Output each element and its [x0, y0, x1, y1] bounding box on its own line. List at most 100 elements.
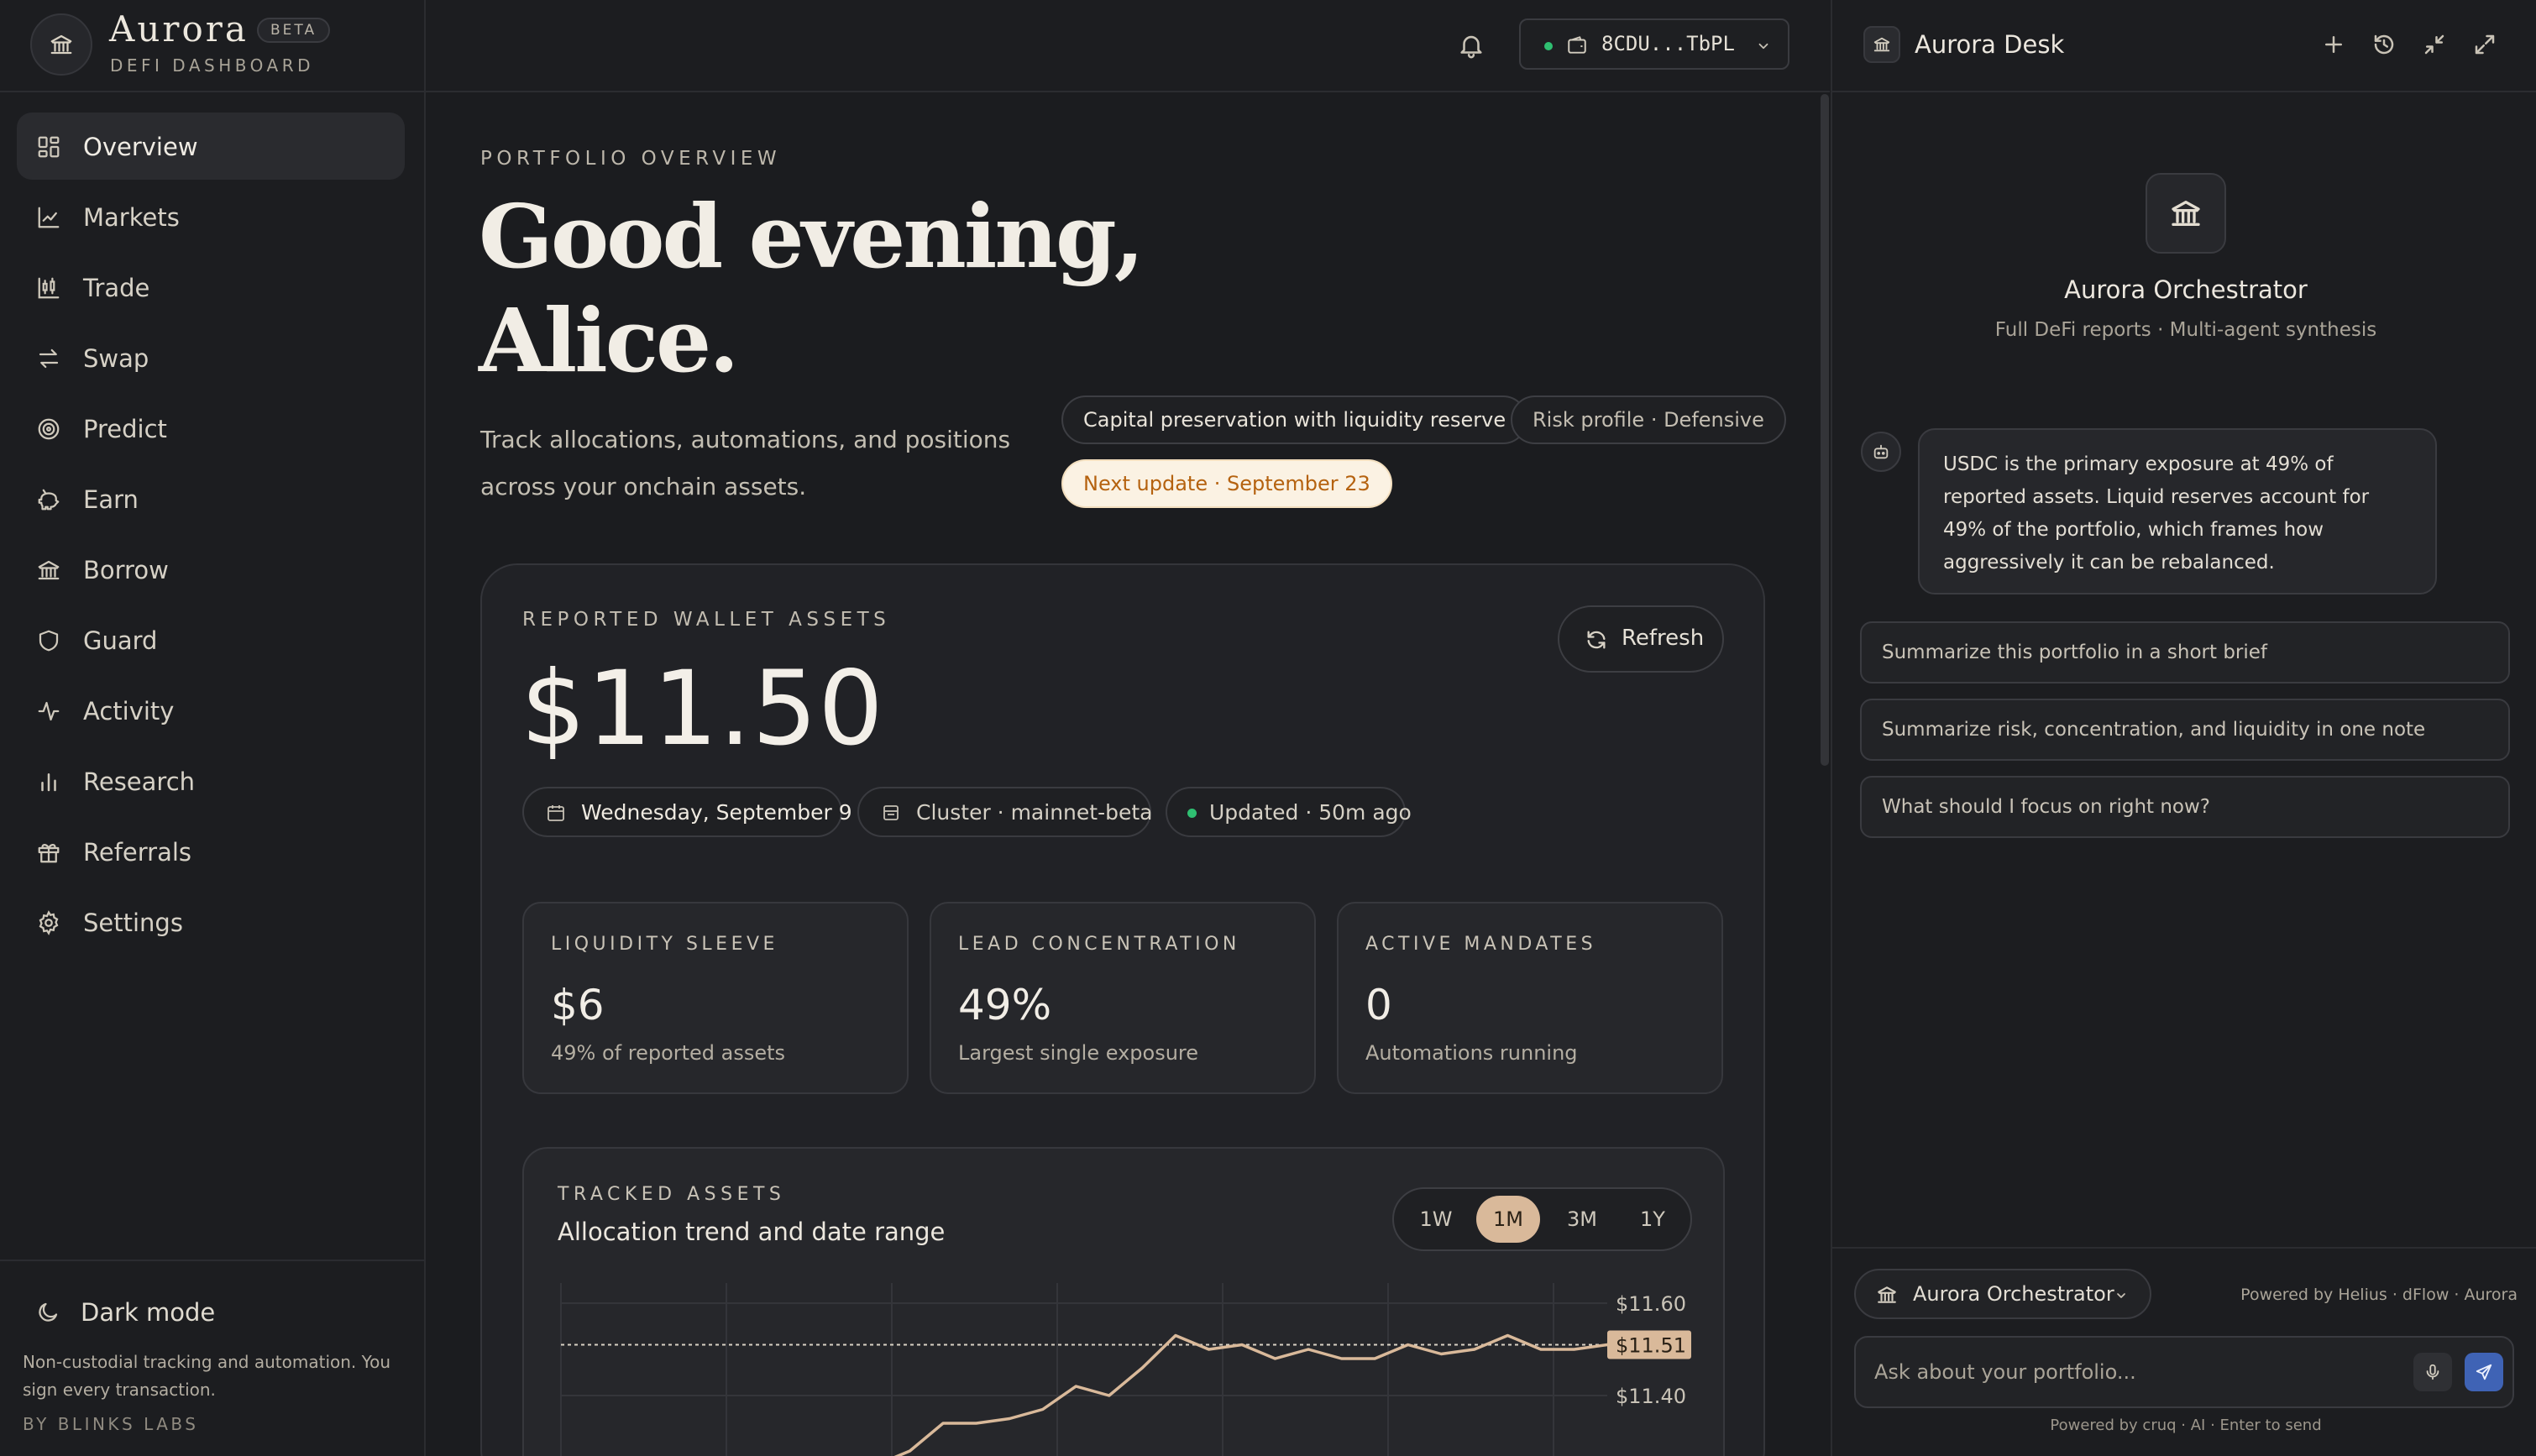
sidebar-item-earn[interactable]: Earn: [17, 465, 405, 532]
stat-label: ACTIVE MANDATES: [1365, 934, 1597, 955]
refresh-label: Refresh: [1622, 626, 1705, 651]
sidebar-item-label: Trade: [83, 274, 150, 302]
suggestion-risk-note[interactable]: Summarize risk, concentration, and liqui…: [1860, 699, 2510, 761]
hero-subtext: Track allocations, automations, and posi…: [480, 426, 1011, 500]
refresh-icon: [1585, 628, 1608, 652]
sidebar-item-referrals[interactable]: Referrals: [17, 818, 405, 885]
top-bar: 8CDU...TbPL: [426, 0, 1830, 92]
swap-icon: [36, 346, 61, 371]
suggestion-focus[interactable]: What should I focus on right now?: [1860, 776, 2510, 838]
stat-sub: Automations running: [1365, 1041, 1578, 1065]
candles-icon: [36, 275, 61, 301]
sidebar: Aurora BETA DEFI DASHBOARD Overview Mark…: [0, 0, 426, 1456]
tracked-title: Allocation trend and date range: [558, 1218, 946, 1246]
sidebar-item-label: Guard: [83, 626, 158, 655]
stat-value: 49%: [958, 981, 1052, 1029]
date-label: Wednesday, September 9: [581, 800, 852, 825]
sidebar-item-activity[interactable]: Activity: [17, 677, 405, 744]
stat-liquidity-sleeve: LIQUIDITY SLEEVE $6 49% of reported asse…: [522, 902, 909, 1094]
microphone-icon[interactable]: [2413, 1353, 2452, 1391]
sidebar-footer: Dark mode Non-custodial tracking and aut…: [0, 1260, 426, 1456]
updated-label: Updated · 50m ago: [1209, 800, 1412, 825]
target-icon: [36, 416, 61, 442]
line-chart-icon: [36, 205, 61, 230]
refresh-button[interactable]: Refresh: [1558, 605, 1724, 673]
sidebar-item-markets[interactable]: Markets: [17, 183, 405, 250]
sidebar-item-settings[interactable]: Settings: [17, 888, 405, 956]
sidebar-item-label: Overview: [83, 133, 198, 161]
sidebar-item-predict[interactable]: Predict: [17, 395, 405, 462]
sidebar-item-guard[interactable]: Guard: [17, 606, 405, 673]
stat-label: LIQUIDITY SLEEVE: [551, 934, 778, 955]
bank-icon: [1863, 26, 1900, 63]
cluster-pill: Cluster · mainnet-beta: [857, 787, 1153, 837]
agent-description: Full DeFi reports · Multi-agent synthesi…: [1994, 319, 2377, 341]
expand-icon[interactable]: [2472, 32, 2497, 57]
wallet-address: 8CDU...TbPL: [1601, 32, 1735, 55]
minimize-icon[interactable]: [2422, 32, 2447, 57]
strategy-chip: Capital preservation with liquidity rese…: [1061, 395, 1528, 444]
sidebar-item-label: Swap: [83, 344, 149, 373]
moon-icon: [35, 1300, 60, 1325]
powered-by: Powered by Helius · dFlow · Aurora: [2240, 1286, 2518, 1304]
composer-note: Powered by cruq · AI · Enter to send: [2050, 1417, 2322, 1434]
notification-bell-icon[interactable]: [1457, 29, 1485, 61]
portfolio-eyebrow: REPORTED WALLET ASSETS: [522, 609, 891, 631]
piggy-bank-icon: [36, 487, 61, 512]
sidebar-item-research[interactable]: Research: [17, 747, 405, 814]
greeting-line-2: Alice.: [479, 289, 739, 392]
tracked-assets-card: TRACKED ASSETS Allocation trend and date…: [522, 1147, 1725, 1456]
sidebar-item-label: Activity: [83, 697, 175, 725]
stat-active-mandates: ACTIVE MANDATES 0 Automations running: [1337, 902, 1723, 1094]
history-icon[interactable]: [2371, 32, 2397, 57]
page-eyebrow: PORTFOLIO OVERVIEW: [480, 148, 782, 170]
brand-subtitle: DEFI DASHBOARD: [110, 55, 314, 76]
dark-mode-label: Dark mode: [81, 1298, 216, 1327]
range-1y-button[interactable]: 1Y: [1621, 1196, 1685, 1243]
sidebar-item-swap[interactable]: Swap: [17, 324, 405, 391]
send-icon[interactable]: [2465, 1353, 2503, 1391]
bank-icon[interactable]: [30, 13, 92, 76]
suggestion-brief[interactable]: Summarize this portfolio in a short brie…: [1860, 621, 2510, 683]
cluster-label: Cluster · mainnet-beta: [916, 800, 1153, 825]
sidebar-item-label: Research: [83, 767, 196, 796]
server-icon: [881, 803, 901, 823]
greeting-line-1: Good evening,: [479, 185, 1145, 288]
chat-input[interactable]: [1874, 1354, 2378, 1390]
sidebar-item-label: Borrow: [83, 556, 169, 584]
range-1w-button[interactable]: 1W: [1404, 1196, 1468, 1243]
grid-icon: [36, 134, 61, 160]
chevron-down-icon: [1756, 39, 1771, 54]
panel-footer: Aurora Orchestrator Powered by Helius · …: [1832, 1247, 2536, 1456]
stat-label: LEAD CONCENTRATION: [958, 934, 1240, 955]
range-3m-button[interactable]: 3M: [1550, 1196, 1614, 1243]
agent-selector-label: Aurora Orchestrator: [1913, 1282, 2114, 1306]
range-1m-button[interactable]: 1M: [1476, 1196, 1540, 1243]
bank-icon: [2146, 173, 2226, 254]
agent-selector[interactable]: Aurora Orchestrator: [1854, 1269, 2151, 1319]
stat-value: $6: [551, 981, 605, 1029]
sidebar-item-label: Referrals: [83, 838, 192, 867]
dark-mode-toggle[interactable]: Dark mode: [22, 1296, 274, 1330]
stat-value: 0: [1365, 981, 1392, 1029]
range-selector: 1W 1M 3M 1Y: [1392, 1187, 1692, 1251]
sidebar-item-label: Earn: [83, 485, 139, 514]
panel-header: Aurora Desk: [1832, 0, 2536, 92]
wallet-selector[interactable]: 8CDU...TbPL: [1519, 18, 1789, 70]
shield-icon: [36, 628, 61, 653]
plus-icon[interactable]: [2321, 32, 2346, 57]
gift-icon: [36, 840, 61, 865]
assistant-message: USDC is the primary exposure at 49% of r…: [1918, 428, 2437, 594]
sidebar-item-overview[interactable]: Overview: [17, 113, 405, 180]
brand-name: Aurora: [109, 8, 249, 50]
main-scrollbar[interactable]: [1821, 94, 1829, 766]
main-content: PORTFOLIO OVERVIEW Good evening, Alice. …: [426, 94, 1830, 1456]
sidebar-item-borrow[interactable]: Borrow: [17, 536, 405, 603]
next-update-chip: Next update · September 23: [1061, 459, 1392, 508]
custody-note: Non-custodial tracking and automation. Y…: [23, 1352, 391, 1400]
sidebar-item-label: Settings: [83, 909, 183, 937]
y-tick-label: $11.60: [1616, 1292, 1686, 1316]
by-line: BY BLINKS LABS: [23, 1414, 199, 1434]
sidebar-nav: Overview Markets Trade Swap Predict Earn…: [17, 113, 405, 959]
sidebar-item-trade[interactable]: Trade: [17, 254, 405, 321]
